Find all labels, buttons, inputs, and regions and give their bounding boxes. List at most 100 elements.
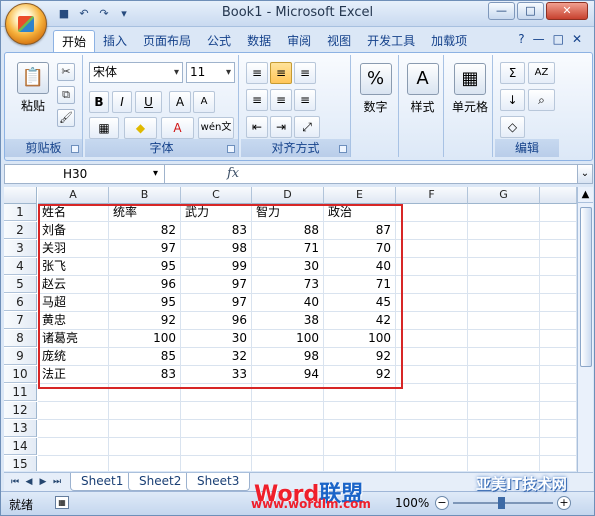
- restore-button[interactable]: □: [517, 2, 544, 20]
- spreadsheet-cell[interactable]: 96: [181, 312, 252, 330]
- cut-icon[interactable]: ✂: [57, 63, 75, 81]
- spreadsheet-cell[interactable]: [540, 330, 577, 348]
- spreadsheet-cell[interactable]: [38, 438, 109, 456]
- spreadsheet-cell[interactable]: [38, 384, 109, 402]
- zoom-out-icon[interactable]: −: [435, 496, 449, 510]
- spreadsheet-cell[interactable]: 96: [109, 276, 181, 294]
- help-icon[interactable]: ?: [518, 32, 524, 46]
- name-box[interactable]: H30: [5, 165, 165, 183]
- zoom-slider-thumb[interactable]: [498, 497, 505, 509]
- spreadsheet-cell[interactable]: 71: [252, 240, 324, 258]
- spreadsheet-cell[interactable]: 统率: [109, 204, 181, 222]
- spreadsheet-cell[interactable]: 政治: [324, 204, 396, 222]
- spreadsheet-cell[interactable]: [468, 456, 540, 471]
- minimize-button[interactable]: —: [488, 2, 515, 20]
- spreadsheet-cell[interactable]: [109, 384, 181, 402]
- align-right-button[interactable]: ≡: [294, 89, 316, 111]
- spreadsheet-cell[interactable]: [540, 240, 577, 258]
- italic-button[interactable]: I: [112, 91, 132, 113]
- spreadsheet-cell[interactable]: [396, 312, 468, 330]
- bold-button[interactable]: B: [89, 91, 109, 113]
- column-header[interactable]: G: [468, 187, 540, 204]
- spreadsheet-cell[interactable]: [468, 384, 540, 402]
- spreadsheet-cell[interactable]: 98: [252, 348, 324, 366]
- align-middle-button[interactable]: ≡: [270, 62, 292, 84]
- tab-data[interactable]: 数据: [239, 30, 279, 52]
- tab-view[interactable]: 视图: [319, 30, 359, 52]
- spreadsheet-cell[interactable]: [396, 384, 468, 402]
- row-header[interactable]: 8: [4, 330, 37, 347]
- spreadsheet-cell[interactable]: [468, 276, 540, 294]
- spreadsheet-cell[interactable]: 100: [109, 330, 181, 348]
- zoom-in-icon[interactable]: +: [557, 496, 571, 510]
- spreadsheet-cell[interactable]: [468, 402, 540, 420]
- spreadsheet-cell[interactable]: 45: [324, 294, 396, 312]
- workbook-restore-icon[interactable]: □: [553, 32, 564, 46]
- spreadsheet-cell[interactable]: [181, 456, 252, 471]
- spreadsheet-cell[interactable]: 88: [252, 222, 324, 240]
- row-header[interactable]: 3: [4, 240, 37, 257]
- spreadsheet-cell[interactable]: [181, 420, 252, 438]
- spreadsheet-cell[interactable]: [324, 438, 396, 456]
- spreadsheet-cell[interactable]: [396, 276, 468, 294]
- increase-indent-button[interactable]: ⇥: [270, 116, 292, 138]
- align-bottom-button[interactable]: ≡: [294, 62, 316, 84]
- spreadsheet-cell[interactable]: [252, 420, 324, 438]
- spreadsheet-cell[interactable]: 诸葛亮: [38, 330, 109, 348]
- spreadsheet-cell[interactable]: [324, 420, 396, 438]
- row-header[interactable]: 15: [4, 456, 37, 471]
- spreadsheet-cell[interactable]: 70: [324, 240, 396, 258]
- first-sheet-icon[interactable]: ⏮: [9, 475, 21, 489]
- row-header[interactable]: 1: [4, 204, 37, 221]
- sheet-tab-3[interactable]: Sheet3: [186, 473, 251, 491]
- spreadsheet-cell[interactable]: [468, 348, 540, 366]
- office-button[interactable]: [5, 3, 47, 45]
- spreadsheet-cell[interactable]: [396, 402, 468, 420]
- row-header[interactable]: 10: [4, 366, 37, 383]
- spreadsheet-cell[interactable]: [181, 438, 252, 456]
- spreadsheet-cell[interactable]: [540, 438, 577, 456]
- spreadsheet-cell[interactable]: 100: [252, 330, 324, 348]
- spreadsheet-cell[interactable]: 83: [181, 222, 252, 240]
- spreadsheet-cell[interactable]: 40: [252, 294, 324, 312]
- align-center-button[interactable]: ≡: [270, 89, 292, 111]
- spreadsheet-cell[interactable]: [540, 456, 577, 471]
- spreadsheet-cell[interactable]: 95: [109, 258, 181, 276]
- column-header[interactable]: [540, 187, 577, 204]
- column-header[interactable]: F: [396, 187, 468, 204]
- tab-home[interactable]: 开始: [53, 30, 96, 52]
- formula-input[interactable]: [251, 166, 574, 182]
- function-icon[interactable]: fx: [227, 166, 239, 181]
- spreadsheet-cell[interactable]: [181, 402, 252, 420]
- styles-button[interactable]: A 样式: [405, 63, 440, 115]
- spreadsheet-cell[interactable]: [396, 222, 468, 240]
- spreadsheet-cell[interactable]: [540, 402, 577, 420]
- spreadsheet-cell[interactable]: [540, 204, 577, 222]
- spreadsheet-cell[interactable]: [468, 420, 540, 438]
- spreadsheet-cell[interactable]: 94: [252, 366, 324, 384]
- spreadsheet-cell[interactable]: [396, 258, 468, 276]
- spreadsheet-cell[interactable]: [468, 312, 540, 330]
- spreadsheet-cell[interactable]: 马超: [38, 294, 109, 312]
- close-button[interactable]: ✕: [546, 2, 588, 20]
- row-header[interactable]: 9: [4, 348, 37, 365]
- spreadsheet-cell[interactable]: [252, 438, 324, 456]
- spreadsheet-cell[interactable]: [109, 456, 181, 471]
- spreadsheet-cell[interactable]: 99: [181, 258, 252, 276]
- row-header[interactable]: 4: [4, 258, 37, 275]
- spreadsheet-cell[interactable]: [252, 456, 324, 471]
- spreadsheet-cell[interactable]: [540, 258, 577, 276]
- spreadsheet-cell[interactable]: [540, 384, 577, 402]
- spreadsheet-cell[interactable]: [396, 294, 468, 312]
- spreadsheet-cell[interactable]: 庞统: [38, 348, 109, 366]
- spreadsheet-cell[interactable]: [396, 438, 468, 456]
- spreadsheet-cell[interactable]: [540, 222, 577, 240]
- spreadsheet-cell[interactable]: 82: [109, 222, 181, 240]
- spreadsheet-cell[interactable]: 黄忠: [38, 312, 109, 330]
- workbook-minimize-icon[interactable]: —: [533, 32, 545, 46]
- spreadsheet-cell[interactable]: 71: [324, 276, 396, 294]
- tab-insert[interactable]: 插入: [95, 30, 135, 52]
- row-header[interactable]: 13: [4, 420, 37, 437]
- tab-page-layout[interactable]: 页面布局: [135, 30, 199, 52]
- spreadsheet-cell[interactable]: [468, 294, 540, 312]
